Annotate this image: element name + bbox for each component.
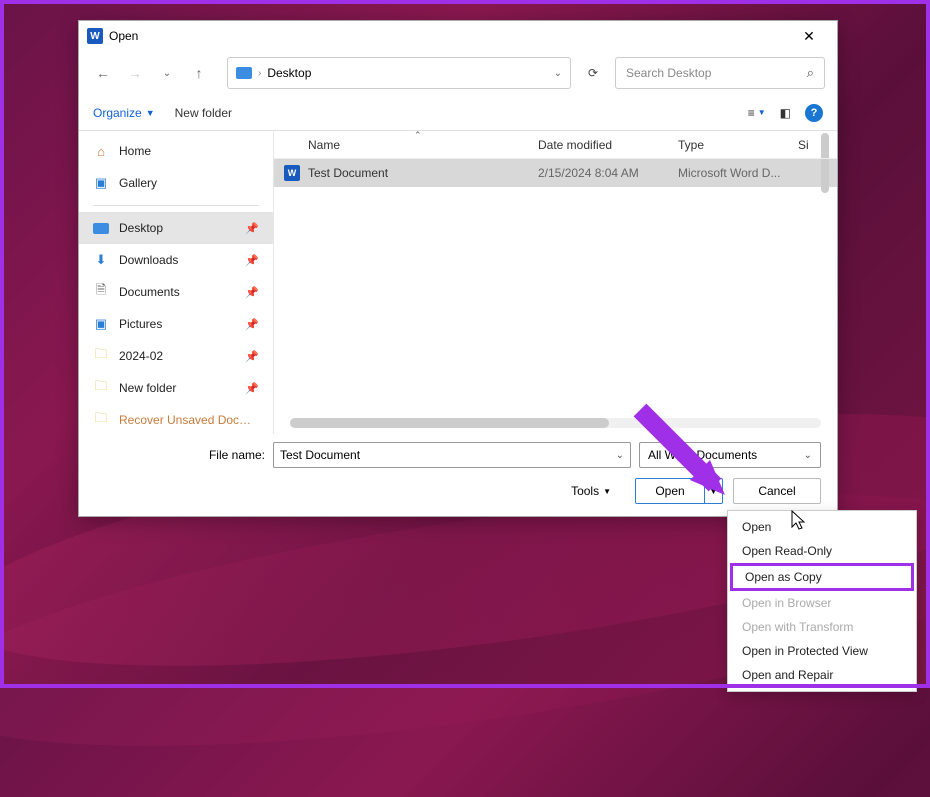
download-icon: ⬇ (93, 252, 109, 268)
column-header-type[interactable]: Type (678, 138, 798, 152)
menu-item-open-as-copy[interactable]: Open as Copy (730, 563, 914, 591)
chevron-right-icon: › (258, 68, 261, 79)
open-split-dropdown[interactable]: ▼ (704, 479, 722, 503)
address-dropdown[interactable]: ⌄ (554, 68, 562, 79)
chevron-down-icon[interactable]: ⌄ (616, 450, 624, 461)
window-title: Open (109, 29, 789, 43)
close-button[interactable]: ✕ (789, 21, 829, 51)
refresh-button[interactable]: ⟳ (579, 59, 607, 87)
navigation-sidebar: ⌂ Home ▣ Gallery Desktop 📌 ⬇ Downloads 📌… (79, 131, 274, 434)
sidebar-item-downloads[interactable]: ⬇ Downloads 📌 (79, 244, 273, 276)
pin-icon: 📌 (245, 286, 259, 299)
chevron-down-icon: ▼ (758, 108, 766, 117)
pin-icon: 📌 (245, 382, 259, 395)
column-header-size[interactable]: Si (798, 138, 837, 152)
desktop-icon (93, 223, 109, 234)
file-row[interactable]: W Test Document 2/15/2024 8:04 AM Micros… (274, 159, 837, 187)
sidebar-item-gallery[interactable]: ▣ Gallery (79, 167, 273, 199)
gallery-icon: ▣ (93, 175, 109, 191)
sidebar-item-pictures[interactable]: ▣ Pictures 📌 (79, 308, 273, 340)
organize-button[interactable]: Organize ▼ (93, 106, 155, 120)
file-date: 2/15/2024 8:04 AM (538, 166, 678, 180)
sidebar-item-folder[interactable]: 🗀 Recover Unsaved Doc… (79, 404, 273, 434)
file-type: Microsoft Word D... (678, 166, 818, 180)
file-type-filter[interactable]: All Word Documents ⌄ (639, 442, 821, 468)
dialog-footer: File name: Test Document ⌄ All Word Docu… (79, 434, 837, 516)
search-icon: ⌕ (807, 65, 814, 81)
address-bar[interactable]: › Desktop ⌄ (227, 57, 571, 89)
panel-icon: ◧ (780, 106, 791, 120)
word-app-icon: W (87, 28, 103, 44)
open-options-menu: Open Open Read-Only Open as Copy Open in… (727, 510, 917, 692)
word-document-icon: W (284, 165, 300, 181)
filename-label: File name: (95, 448, 265, 462)
pin-icon: 📌 (245, 318, 259, 331)
new-folder-button[interactable]: New folder (175, 106, 232, 120)
folder-icon: 🗀 (93, 412, 109, 428)
cancel-button[interactable]: Cancel (733, 478, 821, 504)
column-headers: ⌃ Name Date modified Type Si (274, 131, 837, 159)
sidebar-item-folder[interactable]: 🗀 2024-02 📌 (79, 340, 273, 372)
sidebar-item-home[interactable]: ⌂ Home (79, 135, 273, 167)
sort-indicator-icon: ⌃ (414, 130, 422, 141)
help-button[interactable]: ? (805, 104, 823, 122)
menu-item-open[interactable]: Open (730, 515, 914, 539)
view-options-button[interactable]: ≡ ▼ (748, 106, 766, 120)
nav-bar: ← → ⌄ ↑ › Desktop ⌄ ⟳ Search Desktop ⌕ (79, 51, 837, 95)
folder-icon: 🗀 (93, 348, 109, 364)
horizontal-scrollbar[interactable] (290, 418, 821, 428)
menu-item-open-with-transform: Open with Transform (730, 615, 914, 639)
column-header-name[interactable]: Name (308, 138, 538, 152)
sidebar-item-folder[interactable]: 🗀 New folder 📌 (79, 372, 273, 404)
tools-button[interactable]: Tools ▼ (571, 484, 611, 498)
pin-icon: 📌 (245, 254, 259, 267)
folder-icon: 🗀 (93, 380, 109, 396)
filename-input[interactable]: Test Document ⌄ (273, 442, 631, 468)
pin-icon: 📌 (245, 350, 259, 363)
open-file-dialog: W Open ✕ ← → ⌄ ↑ › Desktop ⌄ ⟳ Search De… (78, 20, 838, 517)
open-button[interactable]: Open ▼ (635, 478, 723, 504)
document-icon: 🗎 (93, 284, 109, 300)
search-placeholder: Search Desktop (626, 66, 711, 80)
preview-pane-button[interactable]: ◧ (780, 106, 791, 120)
location-text: Desktop (267, 66, 311, 80)
back-button[interactable]: ← (91, 61, 115, 85)
search-input[interactable]: Search Desktop ⌕ (615, 57, 825, 89)
toolbar: Organize ▼ New folder ≡ ▼ ◧ ? (79, 95, 837, 131)
forward-button[interactable]: → (123, 61, 147, 85)
chevron-down-icon: ▼ (146, 108, 155, 118)
title-bar: W Open ✕ (79, 21, 837, 51)
up-button[interactable]: ↑ (187, 61, 211, 85)
menu-item-open-protected[interactable]: Open in Protected View (730, 639, 914, 663)
sidebar-item-documents[interactable]: 🗎 Documents 📌 (79, 276, 273, 308)
chevron-down-icon: ▼ (603, 487, 611, 496)
menu-item-open-in-browser: Open in Browser (730, 591, 914, 615)
file-name: Test Document (308, 166, 538, 180)
picture-icon: ▣ (93, 316, 109, 332)
menu-item-open-readonly[interactable]: Open Read-Only (730, 539, 914, 563)
menu-item-open-and-repair[interactable]: Open and Repair (730, 663, 914, 687)
desktop-icon (236, 67, 252, 79)
sidebar-item-desktop[interactable]: Desktop 📌 (79, 212, 273, 244)
pin-icon: 📌 (245, 222, 259, 235)
file-list-panel: ⌃ Name Date modified Type Si W Test Docu… (274, 131, 837, 434)
chevron-down-icon[interactable]: ⌄ (804, 450, 812, 461)
sidebar-separator (93, 205, 259, 206)
column-header-date[interactable]: Date modified (538, 138, 678, 152)
recent-locations-button[interactable]: ⌄ (155, 61, 179, 85)
home-icon: ⌂ (93, 143, 109, 159)
list-icon: ≡ (748, 106, 755, 120)
